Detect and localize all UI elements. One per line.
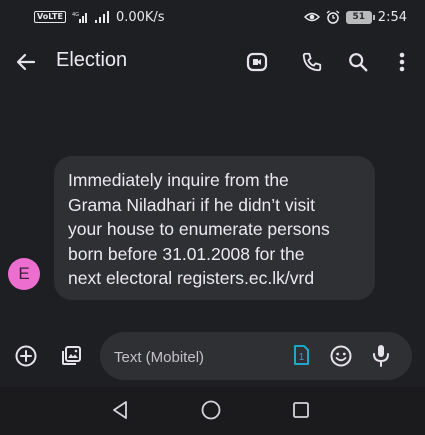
conversation-title: Election — [56, 49, 128, 71]
eye-comfort-icon — [303, 11, 320, 23]
message-field[interactable]: 1 — [100, 332, 412, 380]
add-attachment-button[interactable] — [12, 342, 40, 370]
signal-4g-icon: 4G — [72, 11, 88, 23]
message-bubble[interactable]: Immediately inquire from the Grama Nilad… — [54, 156, 375, 300]
video-call-button[interactable] — [243, 48, 271, 76]
more-vert-icon — [399, 52, 405, 72]
volte-badge: VoLTE — [34, 11, 66, 23]
message-line: next electoral registers.ec.lk/vrd — [68, 268, 315, 288]
gallery-icon — [62, 346, 81, 365]
back-arrow-icon — [16, 53, 36, 71]
message-line: Grama Niladhari if he didn’t visit — [68, 194, 316, 215]
nav-back-button[interactable] — [110, 399, 130, 425]
message-line: your house to enumerate persons — [68, 219, 330, 239]
signal-icon — [94, 11, 110, 23]
alarm-icon — [326, 10, 340, 24]
mic-icon — [373, 345, 389, 367]
voice-input-button[interactable] — [370, 343, 394, 369]
video-call-icon — [246, 52, 268, 72]
nav-recents-button[interactable] — [290, 399, 312, 425]
status-time: 2:54 — [377, 9, 407, 25]
status-right: 51 2:54 — [303, 9, 407, 25]
nav-back-icon — [113, 401, 127, 419]
emoji-button[interactable] — [329, 344, 353, 368]
back-button[interactable] — [14, 50, 38, 74]
search-button[interactable] — [344, 48, 372, 76]
svg-text:4G: 4G — [72, 12, 79, 18]
message-input[interactable] — [114, 347, 284, 367]
call-button[interactable] — [298, 48, 326, 76]
compose-area: 1 — [0, 328, 425, 384]
emoji-icon — [330, 345, 352, 367]
app-bar: Election — [0, 34, 425, 90]
sim-icon: 1 — [294, 345, 309, 365]
nav-home-icon — [201, 400, 221, 420]
avatar[interactable]: E — [8, 258, 40, 290]
sim-selector-button[interactable]: 1 — [292, 344, 314, 368]
battery-icon: 51 — [345, 10, 375, 24]
sim-number: 1 — [299, 352, 305, 363]
message-line: born before 31.01.2008 for the — [68, 243, 305, 264]
message-line: Immediately inquire from the — [68, 170, 289, 190]
add-icon — [15, 345, 37, 367]
network-speed: 0.00K/s — [115, 9, 165, 25]
phone-icon — [302, 52, 322, 72]
gallery-button[interactable] — [57, 342, 85, 370]
system-nav-bar — [0, 387, 425, 435]
status-left: VoLTE 4G 0.00K/s — [34, 10, 165, 25]
nav-recents-icon — [293, 402, 309, 418]
search-icon — [349, 53, 368, 72]
message-row[interactable]: E Immediately inquire from the Grama Nil… — [0, 150, 425, 300]
more-options-button[interactable] — [388, 48, 416, 76]
status-bar: VoLTE 4G 0.00K/s 51 2:54 — [0, 0, 425, 34]
nav-home-button[interactable] — [200, 399, 222, 425]
